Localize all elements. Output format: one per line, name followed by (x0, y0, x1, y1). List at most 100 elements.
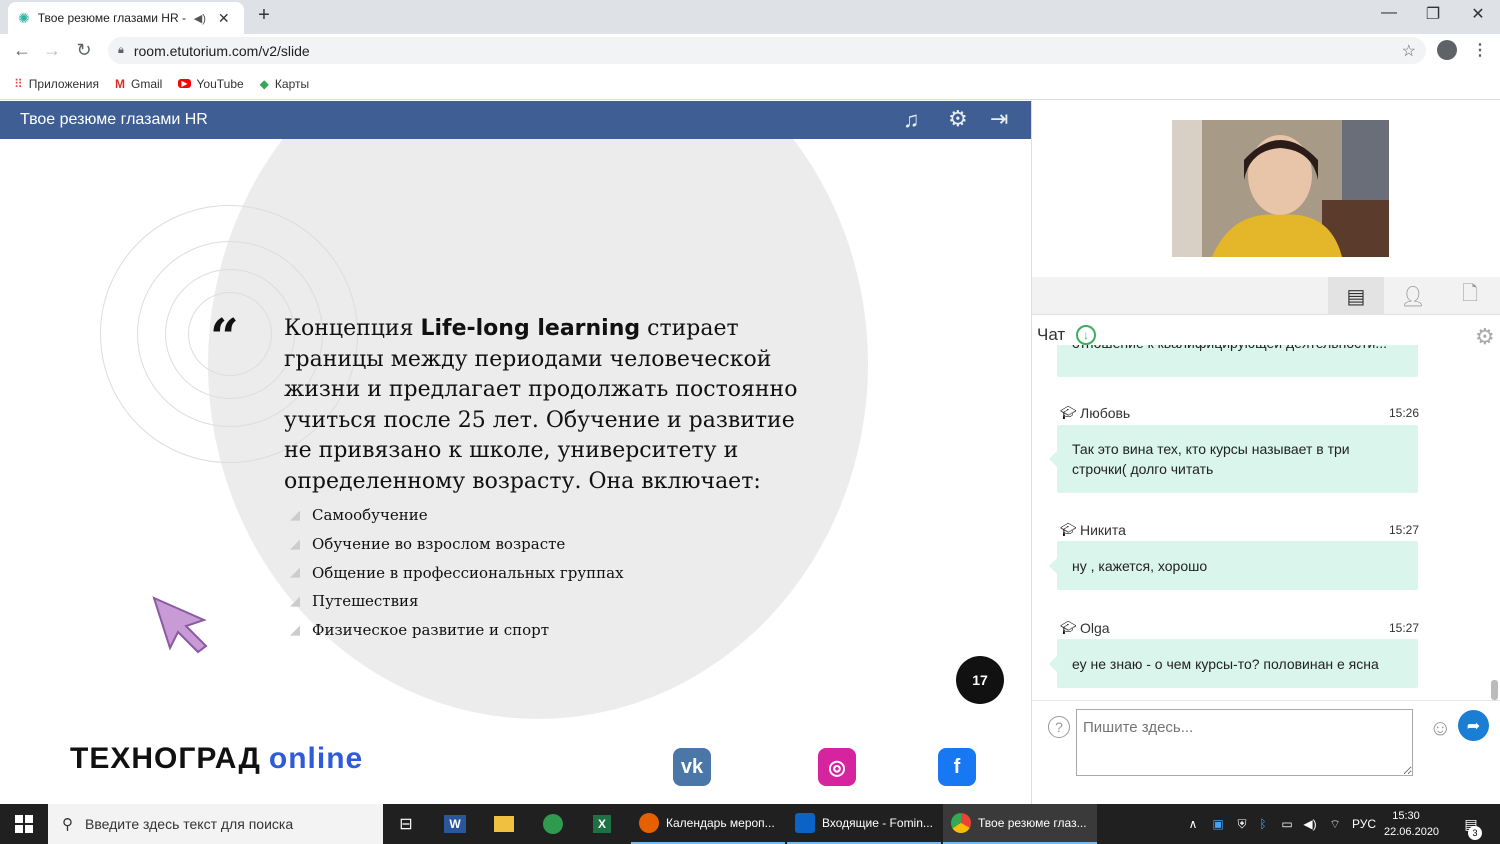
address-bar[interactable]: 🔒︎ room.etutorium.com/v2/slide ☆ (108, 37, 1426, 64)
message-author: Любовь (1080, 405, 1131, 421)
user-cap-icon: 🎓︎ (1060, 405, 1077, 420)
list-item: ◢ Физическое развитие и спорт (290, 621, 550, 640)
maximize-icon[interactable]: ❐ (1413, 4, 1453, 24)
bookmarks-bar: ⠿ Приложения M Gmail ▶ YouTube ◆ Карты (0, 68, 1500, 100)
language-indicator[interactable]: РУС (1350, 804, 1378, 844)
app-header: Твое резюме глазами HR (0, 101, 1031, 139)
list-item: ◢ Самообучение (290, 506, 428, 525)
bookmark-apps[interactable]: ⠿ Приложения (14, 77, 99, 91)
globe-app-icon[interactable] (543, 814, 563, 834)
start-button[interactable] (0, 804, 48, 844)
bullet-icon: ◢ (290, 622, 300, 638)
windows-logo-icon (15, 815, 33, 833)
technograd-logo: ТЕХНОГРАД online (70, 742, 364, 775)
task-view-icon[interactable]: ⊟ (392, 804, 420, 844)
volume-icon[interactable]: ◀) (1300, 804, 1320, 844)
quote-mark-icon: “ (210, 307, 239, 366)
taskbar-app-outlook[interactable]: Входящие - Fomin... (787, 804, 941, 844)
browser-tab[interactable]: ✺ Твое резюме глазами HR - ◀) ✕ (8, 2, 244, 34)
tray-defender-icon[interactable]: ⛨ (1232, 804, 1252, 844)
word-icon[interactable]: W (444, 815, 466, 833)
presenter-video (1172, 120, 1389, 257)
files-tab-icon[interactable]: 🗋 (1442, 277, 1498, 315)
chat-tab-icon[interactable]: ▤ (1328, 277, 1384, 315)
facebook-icon[interactable]: f (938, 748, 976, 786)
bookmark-youtube[interactable]: ▶ YouTube (178, 77, 244, 91)
pointer-arrow-icon (152, 596, 208, 654)
send-button[interactable]: ➦ (1458, 710, 1489, 741)
taskbar-search[interactable]: ⚲ Введите здесь текст для поиска (48, 804, 383, 844)
bullet-icon: ◢ (290, 507, 300, 523)
slide-page-number: 17 (956, 656, 1004, 704)
forward-icon[interactable]: → (42, 40, 62, 61)
message-time: 15:27 (1389, 621, 1420, 635)
tab-close-icon[interactable]: ✕ (218, 10, 230, 27)
bookmark-star-icon[interactable]: ☆ (1402, 41, 1416, 61)
help-icon[interactable]: ? (1048, 716, 1070, 738)
firefox-icon (639, 813, 659, 833)
music-icon[interactable]: ♫ (903, 107, 920, 133)
back-icon[interactable]: ← (12, 40, 32, 61)
slide-paragraph: Концепция Life-long learning стирает гра… (284, 316, 798, 494)
excel-icon[interactable]: X (592, 815, 611, 833)
slide-bold-term: Life-long learning (420, 316, 641, 341)
notification-badge: 3 (1468, 826, 1482, 840)
taskbar-app-chrome[interactable]: Твое резюме глаз... (943, 804, 1097, 844)
chat-message: Так это вина тех, кто курсы называет в т… (1049, 425, 1418, 493)
message-author: Olga (1080, 620, 1110, 636)
menu-kebab-icon[interactable]: ⋮ (1472, 40, 1488, 60)
new-tab-icon[interactable]: + (254, 4, 274, 27)
chat-message: ну , кажется, хорошо (1049, 541, 1418, 590)
chrome-icon (951, 813, 971, 833)
url-text: room.etutorium.com/v2/slide (133, 42, 310, 59)
list-item: ◢ Обучение во взрослом возрасте (290, 535, 566, 554)
emoji-icon[interactable]: ☺ (1429, 715, 1451, 741)
gmail-icon: M (115, 76, 126, 91)
user-cap-icon: 🎓︎ (1060, 620, 1077, 635)
reload-icon[interactable]: ↻ (74, 40, 94, 61)
message-time: 15:27 (1389, 523, 1420, 537)
bullet-icon: ◢ (290, 536, 300, 552)
taskbar-app-firefox[interactable]: Календарь мероп... (631, 804, 785, 844)
maps-icon: ◆ (259, 76, 269, 91)
vk-icon[interactable]: vk (673, 748, 711, 786)
search-icon: ⚲ (62, 816, 73, 833)
bluetooth-icon[interactable]: ᛒ (1255, 804, 1271, 844)
wifi-icon[interactable]: ⌔ (1325, 804, 1345, 844)
presentation-slide: “ Концепция Life-long learning стирает г… (0, 139, 1031, 804)
chat-header: Чат (1037, 325, 1066, 344)
chat-message-partial: отношение к квалифицирующей деятельности… (1057, 345, 1418, 377)
bookmark-maps[interactable]: ◆ Карты (260, 77, 309, 91)
instagram-icon[interactable]: ◎ (818, 748, 856, 786)
profile-icon[interactable] (1437, 40, 1457, 60)
youtube-icon: ▶ (178, 79, 191, 88)
side-tabs: ▤ 👤︎ 🗋 (1032, 277, 1500, 315)
chat-message: еу не знаю - о чем курсы-то? половинан е… (1049, 639, 1418, 688)
participants-tab-icon[interactable]: 👤︎ (1385, 277, 1441, 315)
slide-bullet-list: ◢ Самообучение ◢ Обучение во взрослом возр… (290, 501, 624, 644)
user-cap-icon: 🎓︎ (1060, 522, 1077, 537)
outlook-icon (795, 813, 815, 833)
window-close-icon[interactable]: ✕ (1458, 4, 1498, 24)
taskbar-clock[interactable]: 15:30 22.06.2020 (1384, 808, 1439, 840)
tray-chevron-icon[interactable]: ∧ (1184, 804, 1202, 844)
message-author: Никита (1080, 522, 1126, 538)
apps-grid-icon: ⠿ (14, 76, 23, 91)
speaker-icon[interactable]: ◀) (194, 12, 206, 25)
bullet-icon: ◢ (290, 593, 300, 609)
chat-input[interactable] (1076, 709, 1413, 776)
etutorium-favicon-icon: ✺ (18, 9, 30, 26)
chat-scrollbar[interactable] (1491, 680, 1498, 700)
minimize-icon[interactable]: — (1369, 4, 1409, 22)
webinar-title: Твое резюме глазами HR (20, 111, 208, 128)
file-explorer-icon[interactable] (494, 816, 514, 832)
chat-download-icon[interactable]: ↓ (1076, 325, 1096, 345)
tab-title: Твое резюме глазами HR - (37, 11, 186, 25)
battery-icon[interactable]: ▭ (1276, 804, 1298, 844)
bookmark-gmail[interactable]: M Gmail (115, 77, 162, 91)
message-time: 15:26 (1389, 406, 1420, 420)
settings-gear-icon[interactable]: ⚙ (948, 106, 968, 132)
chat-message-list[interactable]: отношение к квалифицирующей деятельности… (1032, 345, 1490, 695)
exit-icon[interactable]: ⇥ (990, 106, 1008, 132)
tray-outlook-icon[interactable]: ▣ (1208, 804, 1228, 844)
